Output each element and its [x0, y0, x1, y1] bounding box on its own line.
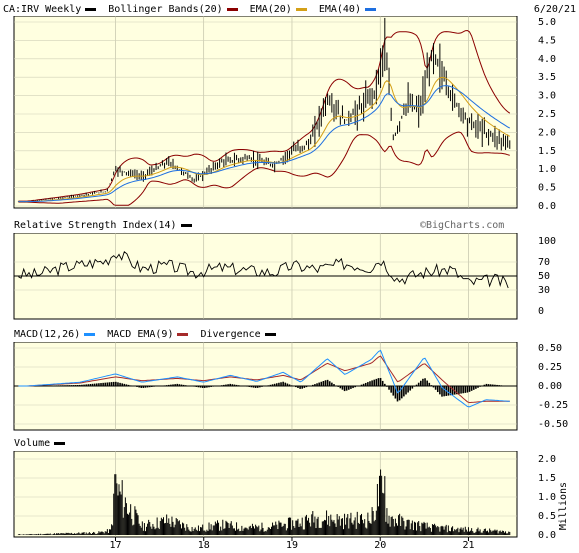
y-tick-label: 3.0	[538, 91, 556, 102]
y-tick-label: 0.0	[538, 201, 556, 212]
rsi-swatch	[180, 223, 192, 227]
y-tick-label: 4.5	[538, 35, 556, 46]
price-y-ticks: 5.0 4.5 4.0 3.5 3.0 2.5 2.0 1.5 1.0 0.5 0.0	[538, 17, 556, 212]
y-tick-label: -0.25	[538, 400, 568, 411]
y-tick-label: 70	[538, 257, 550, 268]
y-tick-label: 5.0	[538, 17, 556, 28]
y-tick-label: 1.5	[538, 473, 556, 484]
volume-swatch	[54, 441, 66, 445]
ema40-label: EMA(40)	[318, 4, 361, 15]
volume-y-ticks: 2.0 1.5 1.0 0.5 0.0	[538, 454, 556, 541]
y-tick-label: 2.0	[538, 127, 556, 138]
price-plot-area	[13, 16, 518, 209]
macd-title: MACD(12,26)	[14, 329, 81, 340]
y-tick-label: 0.5	[538, 511, 556, 522]
y-tick-label: 4.0	[538, 54, 556, 65]
macd-ema-swatch	[177, 332, 189, 336]
watermark: ©BigCharts.com	[420, 220, 505, 231]
x-tick-label: 21	[462, 540, 474, 551]
y-tick-label: 1.0	[538, 164, 556, 175]
y-tick-label: 0.25	[538, 362, 562, 373]
y-tick-label: 0.0	[538, 530, 556, 541]
y-tick-label: 0.50	[538, 343, 562, 354]
y-tick-label: 0	[538, 306, 544, 317]
price-panel: 5.0 4.5 4.0 3.5 3.0 2.5 2.0 1.5 1.0 0.5 0.0	[13, 16, 556, 212]
ema40-swatch	[364, 7, 376, 11]
x-tick-label: 18	[198, 540, 210, 551]
x-tick-label: 17	[109, 540, 121, 551]
bollinger-swatch	[226, 7, 238, 11]
chart-date: 6/20/21	[533, 4, 576, 15]
y-tick-label: 50	[538, 271, 550, 282]
x-tick-label: 19	[286, 540, 298, 551]
divergence-swatch	[264, 332, 276, 336]
rsi-y-ticks: 100 70 50 30 0	[538, 236, 556, 317]
volume-title: Volume	[14, 438, 51, 449]
x-tick-label: 20	[374, 540, 386, 551]
rsi-legend: Relative Strength Index(14)	[14, 220, 204, 231]
macd-y-ticks: 0.50 0.25 0.00 -0.25 -0.50	[538, 343, 568, 430]
y-tick-label: 30	[538, 285, 550, 296]
volume-legend: Volume	[14, 438, 77, 449]
volume-unit: Millions	[558, 482, 569, 530]
y-tick-label: 2.0	[538, 454, 556, 465]
y-tick-label: 3.5	[538, 72, 556, 83]
y-tick-label: 2.5	[538, 109, 556, 120]
x-axis-ticks: 17 18 19 20 21	[109, 537, 474, 551]
bollinger-label: Bollinger Bands(20)	[108, 4, 223, 15]
symbol-label: CA:IRV Weekly	[3, 4, 82, 15]
volume-panel: 2.0 1.5 1.0 0.5 0.0 17 18 19 20 21 Millions	[13, 451, 569, 551]
ema20-label: EMA(20)	[249, 4, 292, 15]
symbol-swatch	[85, 7, 97, 11]
rsi-panel: 100 70 50 30 0	[13, 233, 556, 320]
ema20-swatch	[295, 7, 307, 11]
macd-panel: 0.50 0.25 0.00 -0.25 -0.50	[13, 342, 568, 431]
macd-swatch	[84, 332, 96, 336]
divergence-label: Divergence	[200, 329, 261, 340]
y-tick-label: 1.0	[538, 492, 556, 503]
price-legend: CA:IRV Weekly Bollinger Bands(20) EMA(20) E…	[3, 4, 388, 15]
y-tick-label: 0.00	[538, 381, 562, 392]
y-tick-label: 100	[538, 236, 556, 247]
y-tick-label: 0.5	[538, 183, 556, 194]
rsi-title: Relative Strength Index(14)	[14, 220, 177, 231]
macd-legend: MACD(12,26) MACD EMA(9) Divergence	[14, 329, 288, 340]
y-tick-label: 1.5	[538, 146, 556, 157]
y-tick-label: -0.50	[538, 419, 568, 430]
macd-ema-label: MACD EMA(9)	[107, 329, 174, 340]
volume-plot-area	[13, 451, 518, 538]
